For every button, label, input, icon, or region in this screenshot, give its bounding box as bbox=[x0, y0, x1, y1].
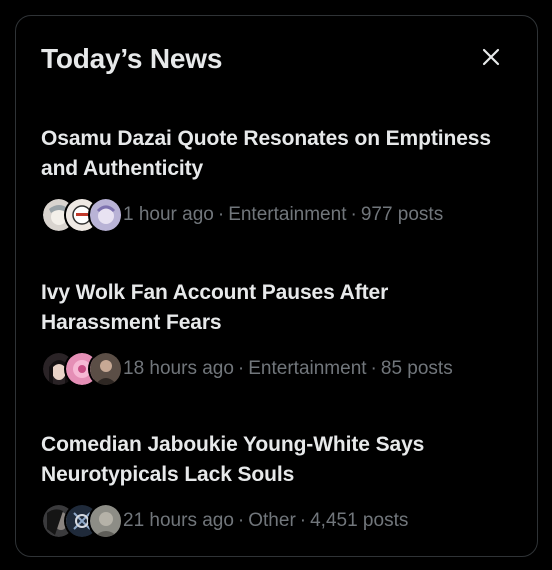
news-post-count: 4,451 posts bbox=[310, 510, 409, 531]
meta-separator: · bbox=[237, 358, 245, 379]
avatar bbox=[87, 197, 123, 233]
avatar-stack bbox=[41, 503, 123, 539]
news-item[interactable]: Ivy Wolk Fan Account Pauses After Harass… bbox=[41, 278, 511, 387]
meta-separator: · bbox=[299, 510, 307, 531]
news-meta: 21 hours ago · Other · 4,451 posts bbox=[41, 503, 511, 539]
news-headline: Comedian Jaboukie Young-White Says Neuro… bbox=[41, 433, 425, 486]
meta-separator: · bbox=[350, 204, 357, 225]
news-time: 18 hours ago bbox=[123, 358, 234, 379]
avatar-stack bbox=[41, 197, 123, 233]
news-meta: 1 hour ago · Entertainment · 977 posts bbox=[41, 197, 511, 233]
meta-separator: · bbox=[237, 510, 245, 531]
news-item[interactable]: Comedian Jaboukie Young-White Says Neuro… bbox=[41, 430, 511, 539]
close-icon bbox=[482, 48, 500, 66]
meta-separator: · bbox=[370, 358, 377, 379]
news-meta: 18 hours ago · Entertainment · 85 posts bbox=[41, 351, 511, 387]
news-headline: Osamu Dazai Quote Resonates on Emptiness… bbox=[41, 127, 491, 180]
news-time: 1 hour ago bbox=[123, 204, 214, 225]
avatar bbox=[87, 503, 123, 539]
news-category: Other bbox=[248, 510, 296, 531]
meta-separator: · bbox=[217, 204, 225, 225]
avatar-stack bbox=[41, 351, 123, 387]
todays-news-panel: Today’s News Osamu Dazai Quote Resonates… bbox=[15, 15, 538, 557]
news-post-count: 85 posts bbox=[380, 358, 453, 379]
news-time: 21 hours ago bbox=[123, 510, 234, 531]
news-category: Entertainment bbox=[248, 358, 367, 379]
news-item[interactable]: Osamu Dazai Quote Resonates on Emptiness… bbox=[41, 124, 511, 233]
close-button[interactable] bbox=[474, 40, 508, 74]
avatar bbox=[87, 351, 123, 387]
news-post-count: 977 posts bbox=[360, 204, 444, 225]
news-category: Entertainment bbox=[228, 204, 347, 225]
panel-title: Today’s News bbox=[41, 43, 223, 74]
news-headline: Ivy Wolk Fan Account Pauses After Harass… bbox=[41, 281, 389, 334]
